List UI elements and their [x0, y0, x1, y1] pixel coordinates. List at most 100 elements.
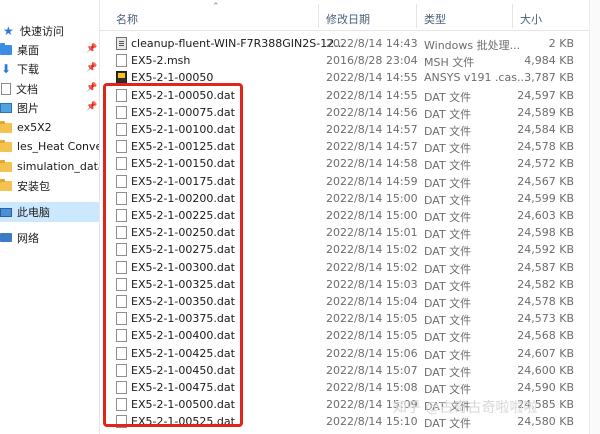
nav-quick-access[interactable]: ★ 快速访问 — [0, 21, 99, 40]
column-divider[interactable] — [318, 4, 319, 28]
file-modified-date: 2022/8/14 14:57 — [326, 123, 418, 136]
pin-icon[interactable]: 📌 — [86, 44, 97, 54]
file-size: 24,607 KB — [517, 346, 574, 360]
nav-label: 网络 — [17, 231, 39, 245]
file-modified-date: 2022/8/14 15:00 — [326, 191, 418, 205]
file-size: 24,603 KB — [517, 209, 574, 222]
nav-desktop[interactable]: 桌面 📌 — [0, 40, 99, 59]
nav-label: 桌面 — [17, 43, 39, 57]
watermark-text: 知乎 @古奇古奇啦啦啦 — [393, 400, 538, 416]
nav-downloads[interactable]: ⬇ 下载 📌 — [0, 59, 99, 78]
navigation-pane: ★ 快速访问 桌面 📌 ⬇ 下载 📌 文档 📌 图片 📌 ex5X2 les_H… — [0, 0, 100, 434]
column-divider[interactable] — [512, 4, 513, 28]
file-size: 24,580 KB — [517, 415, 574, 429]
file-icon — [116, 54, 127, 68]
nav-label: 快速访问 — [20, 24, 64, 38]
file-size: 24,567 KB — [517, 174, 574, 188]
pin-icon[interactable]: 📌 — [86, 63, 97, 73]
sort-ascending-icon: ⌃ — [212, 2, 220, 12]
file-modified-date: 2022/8/14 14:55 — [326, 71, 418, 85]
file-modified-date: 2022/8/14 15:02 — [326, 243, 418, 257]
pictures-icon — [0, 102, 12, 113]
file-size: 24,584 KB — [517, 123, 574, 136]
nav-this-pc[interactable]: 此电脑 — [0, 202, 99, 222]
file-size: 2 KB — [548, 37, 574, 50]
file-name: EX5-2.msh — [131, 54, 191, 68]
file-modified-date: 2022/8/14 14:57 — [326, 140, 418, 154]
nav-label: 文档 — [16, 82, 38, 96]
nav-folder-installers[interactable]: 安装包 — [0, 176, 99, 195]
vertical-scrollbar[interactable] — [589, 0, 600, 434]
file-size: 3,787 KB — [524, 71, 574, 85]
file-size: 24,572 KB — [517, 157, 574, 171]
file-modified-date: 2022/8/14 14:43 — [326, 37, 418, 50]
file-size: 24,587 KB — [517, 260, 574, 274]
file-modified-date: 2016/8/28 23:04 — [326, 54, 418, 68]
file-row[interactable]: cleanup-fluent-WIN-F7R388GIN2S-12... 2022… — [100, 34, 600, 53]
nav-documents[interactable]: 文档 📌 — [0, 79, 99, 98]
column-header-name[interactable]: 名称 — [116, 11, 138, 27]
folder-icon — [0, 120, 12, 133]
file-size: 24,598 KB — [517, 226, 574, 240]
nav-folder-simulation-data[interactable]: simulation_data — [0, 157, 100, 176]
desktop-folder-icon — [0, 42, 12, 55]
file-modified-date: 2022/8/14 15:06 — [326, 346, 418, 360]
file-modified-date: 2022/8/14 15:03 — [326, 277, 418, 291]
file-modified-date: 2022/8/14 15:02 — [326, 260, 418, 274]
file-modified-date: 2022/8/14 15:04 — [326, 295, 418, 308]
file-size: 24,568 KB — [517, 329, 574, 343]
file-modified-date: 2022/8/14 14:58 — [326, 157, 418, 171]
column-header-date[interactable]: 修改日期 — [326, 11, 370, 27]
file-size: 24,589 KB — [517, 105, 574, 119]
file-modified-date: 2022/8/14 15:08 — [326, 381, 418, 394]
batch-file-icon — [116, 37, 127, 50]
file-type: DAT 文件 — [424, 417, 472, 431]
file-size: 24,600 KB — [517, 363, 574, 377]
file-modified-date: 2022/8/14 14:56 — [326, 105, 418, 119]
pin-icon[interactable]: 📌 — [86, 83, 97, 93]
file-modified-date: 2022/8/14 15:00 — [326, 209, 418, 222]
star-icon: ★ — [3, 23, 14, 38]
folder-icon — [0, 139, 12, 152]
download-icon: ⬇ — [0, 61, 12, 76]
file-modified-date: 2022/8/14 15:05 — [326, 329, 418, 343]
file-size: 24,599 KB — [517, 191, 574, 205]
file-modified-date: 2022/8/14 15:07 — [326, 363, 418, 377]
highlight-box — [103, 83, 243, 427]
file-size: 4,984 KB — [524, 54, 574, 68]
file-row[interactable]: EX5-2.msh 2016/8/28 23:04 MSH 文件 4,984 KB — [100, 51, 600, 70]
file-modified-date: 2022/8/14 15:10 — [326, 415, 418, 429]
file-type: ANSYS v191 .cas... — [424, 71, 528, 85]
file-size: 24,573 KB — [517, 312, 574, 326]
network-icon — [0, 233, 12, 242]
file-modified-date: 2022/8/14 15:01 — [326, 226, 418, 240]
nav-folder-les-heat-convection[interactable]: les_Heat Convectio — [0, 137, 99, 156]
file-size: 24,590 KB — [517, 381, 574, 394]
nav-label: 下载 — [17, 62, 39, 76]
column-header-size[interactable]: 大小 — [520, 11, 542, 27]
nav-label: simulation_data — [17, 160, 100, 173]
file-size: 24,597 KB — [517, 88, 574, 102]
nav-label: 安装包 — [17, 179, 50, 193]
folder-icon — [0, 159, 12, 172]
file-modified-date: 2022/8/14 14:55 — [326, 88, 418, 102]
nav-label: les_Heat Convectio — [17, 140, 99, 153]
column-divider[interactable] — [416, 4, 417, 28]
column-header-type[interactable]: 类型 — [424, 11, 446, 27]
nav-label: 图片 — [17, 101, 39, 115]
nav-folder-ex5x2[interactable]: ex5X2 — [0, 118, 99, 137]
file-size: 24,578 KB — [517, 140, 574, 154]
nav-label: ex5X2 — [17, 121, 52, 134]
column-header-bar: ⌃ 名称 修改日期 类型 大小 — [100, 0, 600, 31]
file-size: 24,582 KB — [517, 277, 574, 291]
this-pc-icon — [0, 207, 12, 217]
file-size: 24,592 KB — [517, 243, 574, 257]
pin-icon[interactable]: 📌 — [86, 102, 97, 112]
folder-icon — [0, 178, 12, 191]
file-size: 24,578 KB — [517, 295, 574, 308]
file-name: cleanup-fluent-WIN-F7R388GIN2S-12... — [131, 37, 345, 50]
documents-icon — [1, 82, 11, 95]
nav-pictures[interactable]: 图片 📌 — [0, 98, 99, 117]
file-modified-date: 2022/8/14 14:59 — [326, 174, 418, 188]
nav-network[interactable]: 网络 — [0, 228, 99, 247]
